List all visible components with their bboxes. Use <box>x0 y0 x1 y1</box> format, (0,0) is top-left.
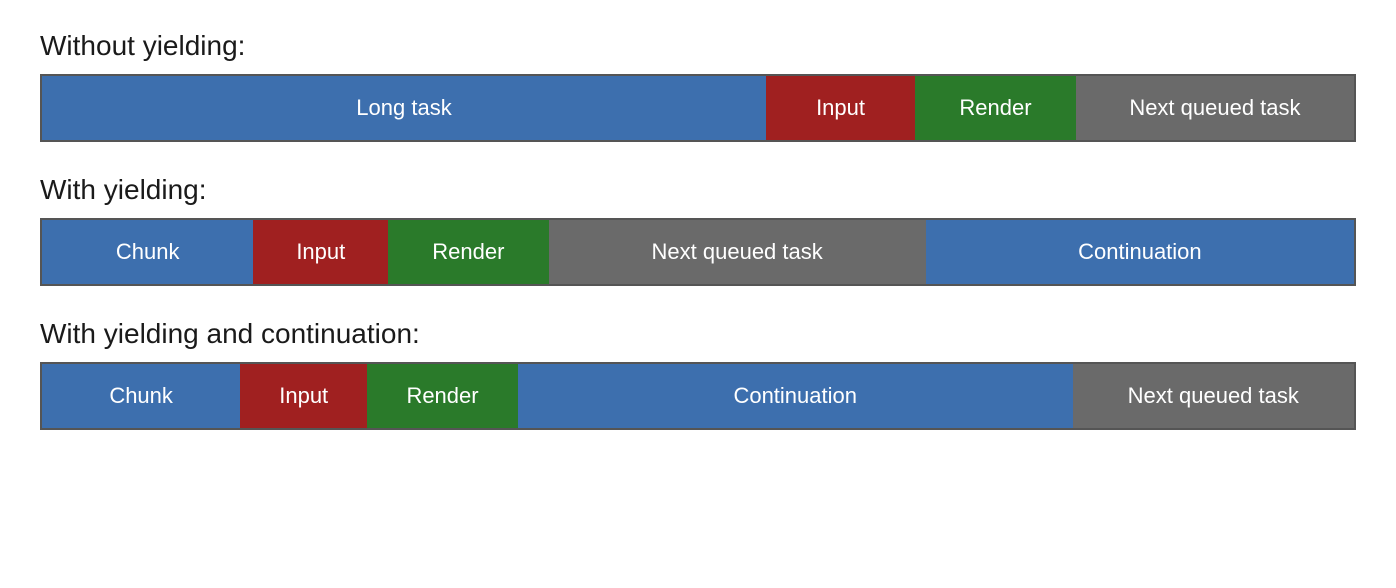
segment-input-3: Input <box>240 364 367 428</box>
segment-next-queued-2: Next queued task <box>549 220 926 284</box>
segment-render-2: Render <box>388 220 548 284</box>
segment-render-1: Render <box>915 76 1076 140</box>
segment-longtask: Long task <box>42 76 766 140</box>
segment-chunk-2: Chunk <box>42 220 253 284</box>
segment-render-3: Render <box>367 364 518 428</box>
section-with-yielding-continuation: With yielding and continuation: Chunk In… <box>40 318 1356 430</box>
segment-next-queued-1: Next queued task <box>1076 76 1354 140</box>
segment-input-1: Input <box>766 76 915 140</box>
section-with-yielding: With yielding: Chunk Input Render Next q… <box>40 174 1356 286</box>
segment-input-2: Input <box>253 220 388 284</box>
segment-continuation-2: Continuation <box>926 220 1354 284</box>
segment-chunk-3: Chunk <box>42 364 240 428</box>
section1-title: Without yielding: <box>40 30 1356 62</box>
taskbar-3: Chunk Input Render Continuation Next que… <box>40 362 1356 430</box>
section3-title: With yielding and continuation: <box>40 318 1356 350</box>
segment-next-queued-3: Next queued task <box>1073 364 1354 428</box>
taskbar-1: Long task Input Render Next queued task <box>40 74 1356 142</box>
section2-title: With yielding: <box>40 174 1356 206</box>
segment-continuation-3: Continuation <box>518 364 1073 428</box>
section-without-yielding: Without yielding: Long task Input Render… <box>40 30 1356 142</box>
taskbar-2: Chunk Input Render Next queued task Cont… <box>40 218 1356 286</box>
